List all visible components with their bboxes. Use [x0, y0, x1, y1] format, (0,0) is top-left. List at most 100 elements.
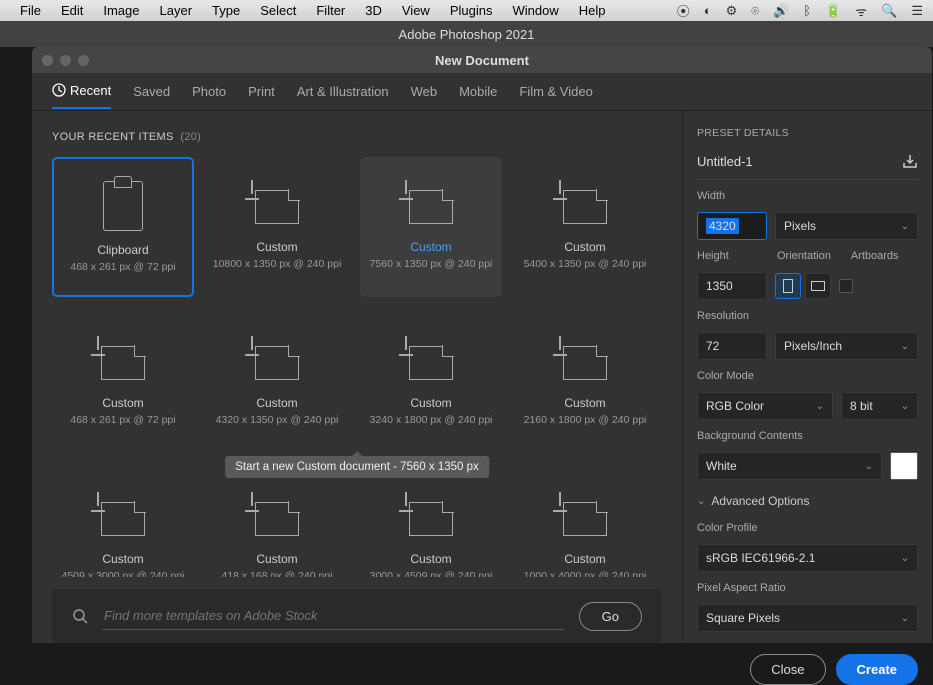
- mac-menubar: File Edit Image Layer Type Select Filter…: [0, 0, 933, 21]
- tab-saved[interactable]: Saved: [133, 75, 170, 108]
- color-mode-label: Color Mode: [697, 370, 918, 382]
- color-mode-select[interactable]: RGB Color⌄: [697, 392, 833, 420]
- height-label: Height: [697, 250, 757, 262]
- tab-mobile[interactable]: Mobile: [459, 75, 497, 108]
- menu-filter[interactable]: Filter: [306, 3, 355, 18]
- tray-icon[interactable]: ⌾: [751, 3, 759, 19]
- par-select[interactable]: Square Pixels⌄: [697, 604, 918, 632]
- preset-meta: 468 x 261 px @ 72 ppi: [70, 414, 175, 426]
- preset-item[interactable]: Custom3240 x 1800 px @ 240 ppi: [360, 313, 502, 453]
- menu-3d[interactable]: 3D: [355, 3, 392, 18]
- stock-search-input[interactable]: [102, 602, 565, 630]
- preset-name: Custom: [256, 396, 297, 410]
- menu-icon[interactable]: ☰: [911, 3, 923, 19]
- preset-item[interactable]: Custom4320 x 1350 px @ 240 ppi: [206, 313, 348, 453]
- bg-select[interactable]: White⌄: [697, 452, 882, 480]
- document-icon: [249, 340, 305, 384]
- preset-item[interactable]: Custom3000 x 4509 px @ 240 ppi: [360, 469, 502, 577]
- dialog-title: New Document: [435, 53, 529, 68]
- document-icon: [403, 496, 459, 540]
- battery-icon[interactable]: 🔋: [825, 3, 841, 19]
- bg-label: Background Contents: [697, 430, 918, 442]
- orientation-label: Orientation: [777, 250, 831, 262]
- bg-color-swatch[interactable]: [890, 452, 918, 480]
- document-icon: [249, 496, 305, 540]
- artboards-label: Artboards: [851, 250, 899, 262]
- document-name[interactable]: Untitled-1: [697, 154, 753, 169]
- menu-view[interactable]: View: [392, 3, 440, 18]
- new-document-dialog: New Document Recent Saved Photo Print Ar…: [32, 47, 932, 643]
- app-titlebar: Adobe Photoshop 2021: [0, 21, 933, 47]
- document-icon: [403, 184, 459, 228]
- preset-meta: 4509 x 3000 px @ 240 ppi: [62, 570, 185, 577]
- preset-meta: 5400 x 1350 px @ 240 ppi: [524, 258, 647, 270]
- width-unit-select[interactable]: Pixels⌄: [775, 212, 918, 240]
- preset-name: Custom: [256, 240, 297, 254]
- orientation-landscape[interactable]: [805, 273, 831, 299]
- menu-plugins[interactable]: Plugins: [440, 3, 503, 18]
- preset-meta: 10800 x 1350 px @ 240 ppi: [213, 258, 342, 270]
- menu-select[interactable]: Select: [250, 3, 306, 18]
- preset-item[interactable]: Custom4509 x 3000 px @ 240 ppi: [52, 469, 194, 577]
- section-title: YOUR RECENT ITEMS (20): [52, 131, 662, 143]
- tab-photo[interactable]: Photo: [192, 75, 226, 108]
- app-title: Adobe Photoshop 2021: [399, 27, 535, 42]
- height-input[interactable]: 1350: [697, 272, 767, 300]
- document-icon: [557, 340, 613, 384]
- window-controls[interactable]: [42, 55, 89, 66]
- preset-item[interactable]: Custom 418 x 168 px @ 240 ppi: [206, 469, 348, 577]
- bluetooth-icon[interactable]: ᛒ: [803, 3, 811, 18]
- stock-search: Go: [52, 589, 662, 643]
- resolution-unit-select[interactable]: Pixels/Inch⌄: [775, 332, 918, 360]
- preset-item[interactable]: Custom 10800 x 1350 px @ 240 ppi: [206, 157, 348, 297]
- menu-type[interactable]: Type: [202, 3, 250, 18]
- bit-depth-select[interactable]: 8 bit⌄: [841, 392, 918, 420]
- width-input[interactable]: 4320: [697, 212, 767, 240]
- menu-file[interactable]: File: [10, 3, 51, 18]
- tab-web[interactable]: Web: [411, 75, 438, 108]
- tab-recent[interactable]: Recent: [52, 74, 111, 109]
- dialog-header: New Document: [32, 47, 932, 73]
- tab-film[interactable]: Film & Video: [519, 75, 592, 108]
- preset-name: Custom: [564, 240, 605, 254]
- save-preset-icon[interactable]: [902, 153, 918, 169]
- preset-item[interactable]: Custom7560 x 1350 px @ 240 ppi: [360, 157, 502, 297]
- menu-image[interactable]: Image: [93, 3, 149, 18]
- color-profile-select[interactable]: sRGB IEC61966-2.1⌄: [697, 544, 918, 572]
- preset-item[interactable]: Custom 5400 x 1350 px @ 240 ppi: [514, 157, 656, 297]
- document-icon: [403, 340, 459, 384]
- preset-name: Clipboard: [97, 243, 148, 257]
- tray-icon[interactable]: ◐: [704, 3, 712, 18]
- resolution-input[interactable]: 72: [697, 332, 767, 360]
- preset-meta: 418 x 168 px @ 240 ppi: [221, 570, 332, 577]
- preset-item[interactable]: Custom1000 x 4000 px @ 240 ppi: [514, 469, 656, 577]
- preset-item[interactable]: Custom468 x 261 px @ 72 ppi: [52, 313, 194, 453]
- tray-icon[interactable]: ⚙: [726, 3, 738, 19]
- volume-icon[interactable]: 🔊: [773, 3, 789, 19]
- preset-meta: 3000 x 4509 px @ 240 ppi: [370, 570, 493, 577]
- menu-help[interactable]: Help: [569, 3, 616, 18]
- create-button[interactable]: Create: [836, 654, 918, 685]
- close-button[interactable]: Close: [750, 654, 825, 685]
- preset-item[interactable]: Clipboard468 x 261 px @ 72 ppi: [52, 157, 194, 297]
- search-icon[interactable]: 🔍: [881, 3, 897, 19]
- orientation-portrait[interactable]: [775, 273, 801, 299]
- mac-tray: ⦿ ◐ ⚙ ⌾ 🔊 ᛒ 🔋 ᯤ 🔍 ☰: [677, 1, 923, 20]
- wifi-icon[interactable]: ᯤ: [855, 2, 867, 20]
- go-button[interactable]: Go: [579, 602, 642, 631]
- resolution-label: Resolution: [697, 310, 918, 322]
- document-icon: [95, 496, 151, 540]
- artboards-checkbox[interactable]: [839, 279, 853, 293]
- preset-item[interactable]: Custom2160 x 1800 px @ 240 ppi: [514, 313, 656, 453]
- document-icon: [249, 184, 305, 228]
- tab-art[interactable]: Art & Illustration: [297, 75, 389, 108]
- advanced-toggle[interactable]: ⌄Advanced Options: [697, 490, 918, 512]
- menu-layer[interactable]: Layer: [150, 3, 203, 18]
- tray-icon[interactable]: ⦿: [677, 1, 690, 20]
- preset-panel: YOUR RECENT ITEMS (20) Clipboard468 x 26…: [32, 111, 682, 643]
- tab-print[interactable]: Print: [248, 75, 275, 108]
- preset-name: Custom: [256, 552, 297, 566]
- menu-window[interactable]: Window: [502, 3, 568, 18]
- preset-meta: 7560 x 1350 px @ 240 ppi: [370, 258, 493, 270]
- menu-edit[interactable]: Edit: [51, 3, 93, 18]
